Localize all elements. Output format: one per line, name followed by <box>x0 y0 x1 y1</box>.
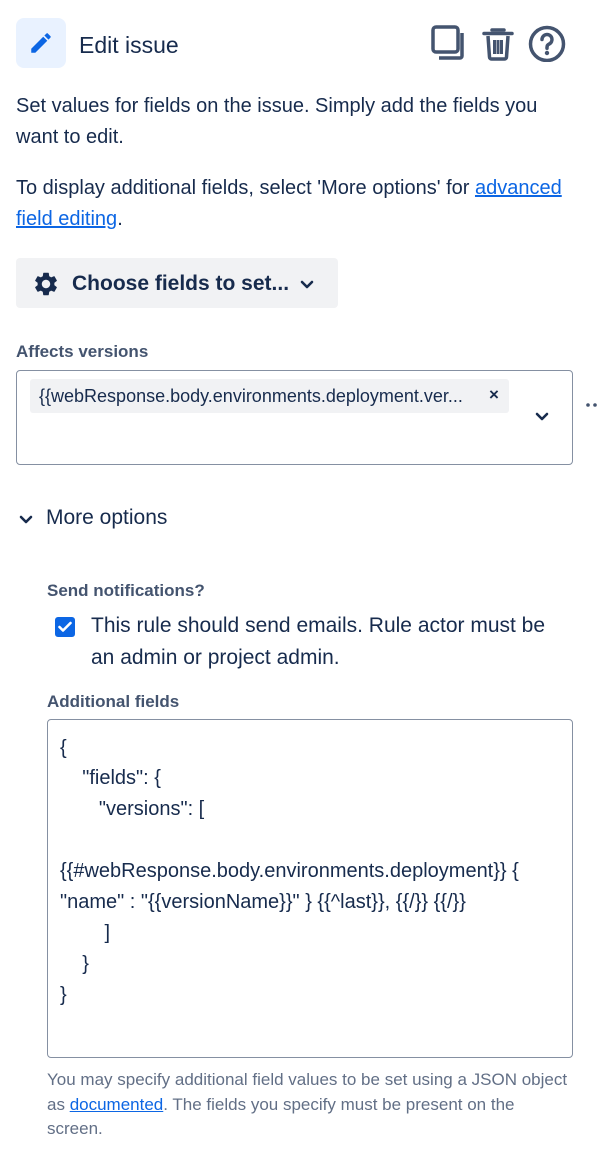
pencil-icon <box>16 18 66 68</box>
trash-icon <box>481 24 517 62</box>
json-line: "fields": { <box>60 767 161 789</box>
send-emails-checkbox[interactable] <box>55 617 75 637</box>
documented-link[interactable]: documented <box>70 1095 164 1114</box>
intro-text: Set values for fields on the issue. Simp… <box>16 95 538 148</box>
page-title: Edit issue <box>79 32 179 58</box>
chevron-down-icon[interactable] <box>535 409 549 427</box>
choose-fields-button[interactable]: Choose fields to set... <box>16 258 338 308</box>
send-emails-checkbox-label: This rule should send emails. Rule actor… <box>91 614 546 669</box>
additional-fields-label: Additional fields <box>47 692 180 711</box>
send-notifications-label: Send notifications? <box>47 581 205 600</box>
selected-version-value: {{webResponse.body.environments.deployme… <box>39 386 463 406</box>
gear-icon <box>32 270 60 303</box>
help-icon <box>528 24 566 62</box>
choose-fields-label: Choose fields to set... <box>72 272 290 295</box>
advanced-hint-prefix: To display additional fields, select 'Mo… <box>16 177 475 199</box>
advanced-hint: To display additional fields, select 'Mo… <box>16 173 576 235</box>
more-options-toggle[interactable]: More options <box>16 503 216 533</box>
advanced-hint-suffix: . <box>117 208 123 230</box>
more-options-label: More options <box>46 506 168 529</box>
additional-fields-help: You may specify additional field values … <box>47 1068 572 1142</box>
delete-button[interactable] <box>481 24 517 62</box>
remove-tag-button[interactable]: × <box>485 384 503 406</box>
selected-version-tag: {{webResponse.body.environments.deployme… <box>30 379 509 413</box>
json-line: "versions": [ <box>60 798 205 820</box>
help-button[interactable] <box>528 24 566 62</box>
chevron-down-icon <box>19 512 33 530</box>
copy-button[interactable] <box>430 24 466 62</box>
json-line: {{#webResponse.body.environments.deploym… <box>60 860 519 882</box>
json-line: } <box>60 953 89 975</box>
panel-header: Edit issue <box>16 18 568 70</box>
additional-fields-textarea[interactable]: { "fields": { "versions": [ {{#webRespon… <box>47 719 573 1058</box>
more-actions-icon[interactable] <box>586 394 597 407</box>
affects-versions-select[interactable]: {{webResponse.body.environments.deployme… <box>16 370 573 465</box>
chevron-down-icon <box>300 277 314 295</box>
json-line: "name" : "{{versionName}}" } {{^last}}, … <box>60 891 466 913</box>
json-line: { <box>60 737 67 759</box>
affects-versions-label: Affects versions <box>16 342 149 361</box>
json-line: ] <box>60 922 111 944</box>
copy-icon <box>430 24 466 62</box>
json-line: } <box>60 984 67 1006</box>
